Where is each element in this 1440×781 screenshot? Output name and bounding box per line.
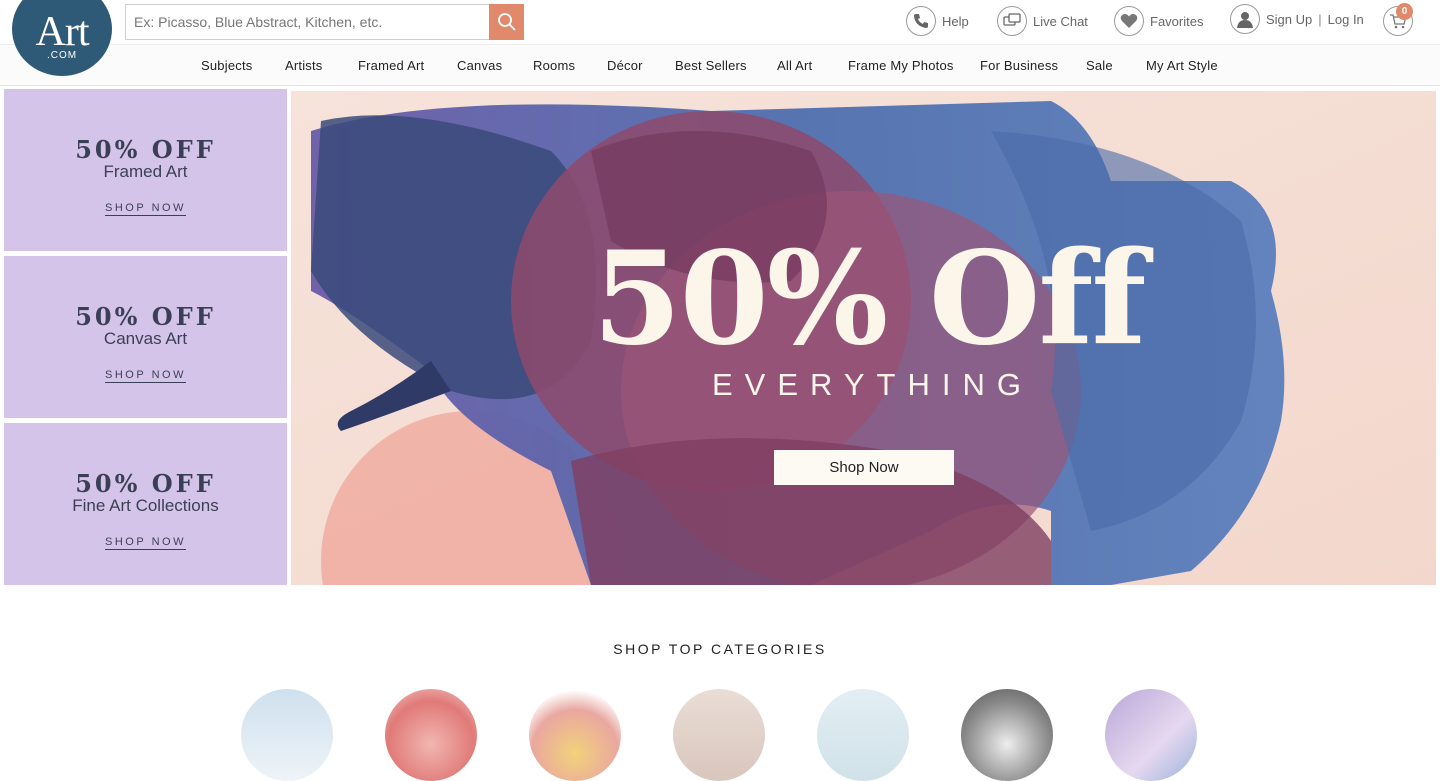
user-icon[interactable] bbox=[1230, 4, 1260, 34]
help-label: Help bbox=[942, 13, 969, 29]
log-in-link[interactable]: Log In bbox=[1328, 12, 1364, 27]
promo-offer: 50% OFF bbox=[75, 302, 216, 331]
nav-item-frame-my-photos[interactable]: Frame My Photos bbox=[848, 58, 954, 73]
search-button[interactable] bbox=[489, 4, 524, 40]
nav-item-best-sellers[interactable]: Best Sellers bbox=[675, 58, 747, 73]
nav-item-framed-art[interactable]: Framed Art bbox=[358, 58, 424, 73]
category-thumbnail[interactable] bbox=[817, 689, 909, 781]
category-thumbnail[interactable] bbox=[961, 689, 1053, 781]
heart-icon bbox=[1114, 6, 1144, 36]
phone-icon bbox=[906, 6, 936, 36]
account-links: Sign Up | Log In bbox=[1230, 4, 1364, 34]
help-link[interactable]: Help bbox=[906, 6, 969, 36]
promo-offer: 50% OFF bbox=[75, 135, 216, 164]
category-thumbnail[interactable] bbox=[673, 689, 765, 781]
hero-banner[interactable]: 50% Off EVERYTHING Shop Now bbox=[291, 91, 1436, 585]
categories-heading: SHOP TOP CATEGORIES bbox=[613, 641, 827, 657]
promo-shop-now-link[interactable]: SHOP NOW bbox=[105, 536, 186, 550]
logo-text: Art bbox=[35, 8, 90, 55]
promo-tile-canvas-art[interactable]: 50% OFF Canvas Art SHOP NOW bbox=[4, 256, 287, 418]
promo-label: Canvas Art bbox=[103, 329, 188, 348]
search-icon bbox=[497, 13, 516, 31]
nav-item-rooms[interactable]: Rooms bbox=[533, 58, 575, 73]
search-input[interactable] bbox=[125, 4, 490, 40]
favorites-link[interactable]: Favorites bbox=[1114, 6, 1203, 36]
nav-item-for-business[interactable]: For Business bbox=[980, 58, 1058, 73]
nav-item-all-art[interactable]: All Art bbox=[777, 58, 812, 73]
promo-tile-framed-art[interactable]: 50% OFF Framed Art SHOP NOW bbox=[4, 89, 287, 251]
promo-label: Fine Art Collections bbox=[72, 496, 219, 515]
category-thumbnail[interactable] bbox=[385, 689, 477, 781]
promo-offer: 50% OFF bbox=[75, 469, 216, 498]
promo-shop-now-link[interactable]: SHOP NOW bbox=[105, 369, 186, 383]
logo-subtext: .COM bbox=[46, 49, 78, 61]
main-nav: Subjects Artists Framed Art Canvas Rooms… bbox=[0, 44, 1440, 86]
promo-shop-now-link[interactable]: SHOP NOW bbox=[105, 202, 186, 216]
chat-icon bbox=[997, 6, 1027, 36]
live-chat-link[interactable]: Live Chat bbox=[997, 6, 1088, 36]
nav-item-artists[interactable]: Artists bbox=[285, 58, 323, 73]
cart-count-badge: 0 bbox=[1396, 3, 1413, 20]
nav-item-canvas[interactable]: Canvas bbox=[457, 58, 502, 73]
hero-shop-now-button[interactable]: Shop Now bbox=[774, 450, 954, 485]
nav-item-sale[interactable]: Sale bbox=[1086, 58, 1113, 73]
promo-label: Framed Art bbox=[103, 162, 188, 181]
hero-subtitle: EVERYTHING bbox=[712, 367, 1033, 402]
category-thumbnail[interactable] bbox=[529, 689, 621, 781]
promo-tile-fine-art-collections[interactable]: 50% OFF Fine Art Collections SHOP NOW bbox=[4, 423, 287, 585]
nav-item-subjects[interactable]: Subjects bbox=[201, 58, 252, 73]
nav-item-my-art-style[interactable]: My Art Style bbox=[1146, 58, 1218, 73]
nav-item-decor[interactable]: Décor bbox=[607, 58, 643, 73]
account-separator: | bbox=[1318, 11, 1322, 27]
hero-title: 50% Off bbox=[592, 224, 1147, 374]
category-thumbnail[interactable] bbox=[1105, 689, 1197, 781]
sign-up-link[interactable]: Sign Up bbox=[1266, 12, 1312, 27]
live-chat-label: Live Chat bbox=[1033, 13, 1088, 29]
site-header: Art .COM Help Live Chat Favorites Sign U… bbox=[0, 0, 1440, 76]
favorites-label: Favorites bbox=[1150, 13, 1204, 29]
category-thumbnail[interactable] bbox=[241, 689, 333, 781]
